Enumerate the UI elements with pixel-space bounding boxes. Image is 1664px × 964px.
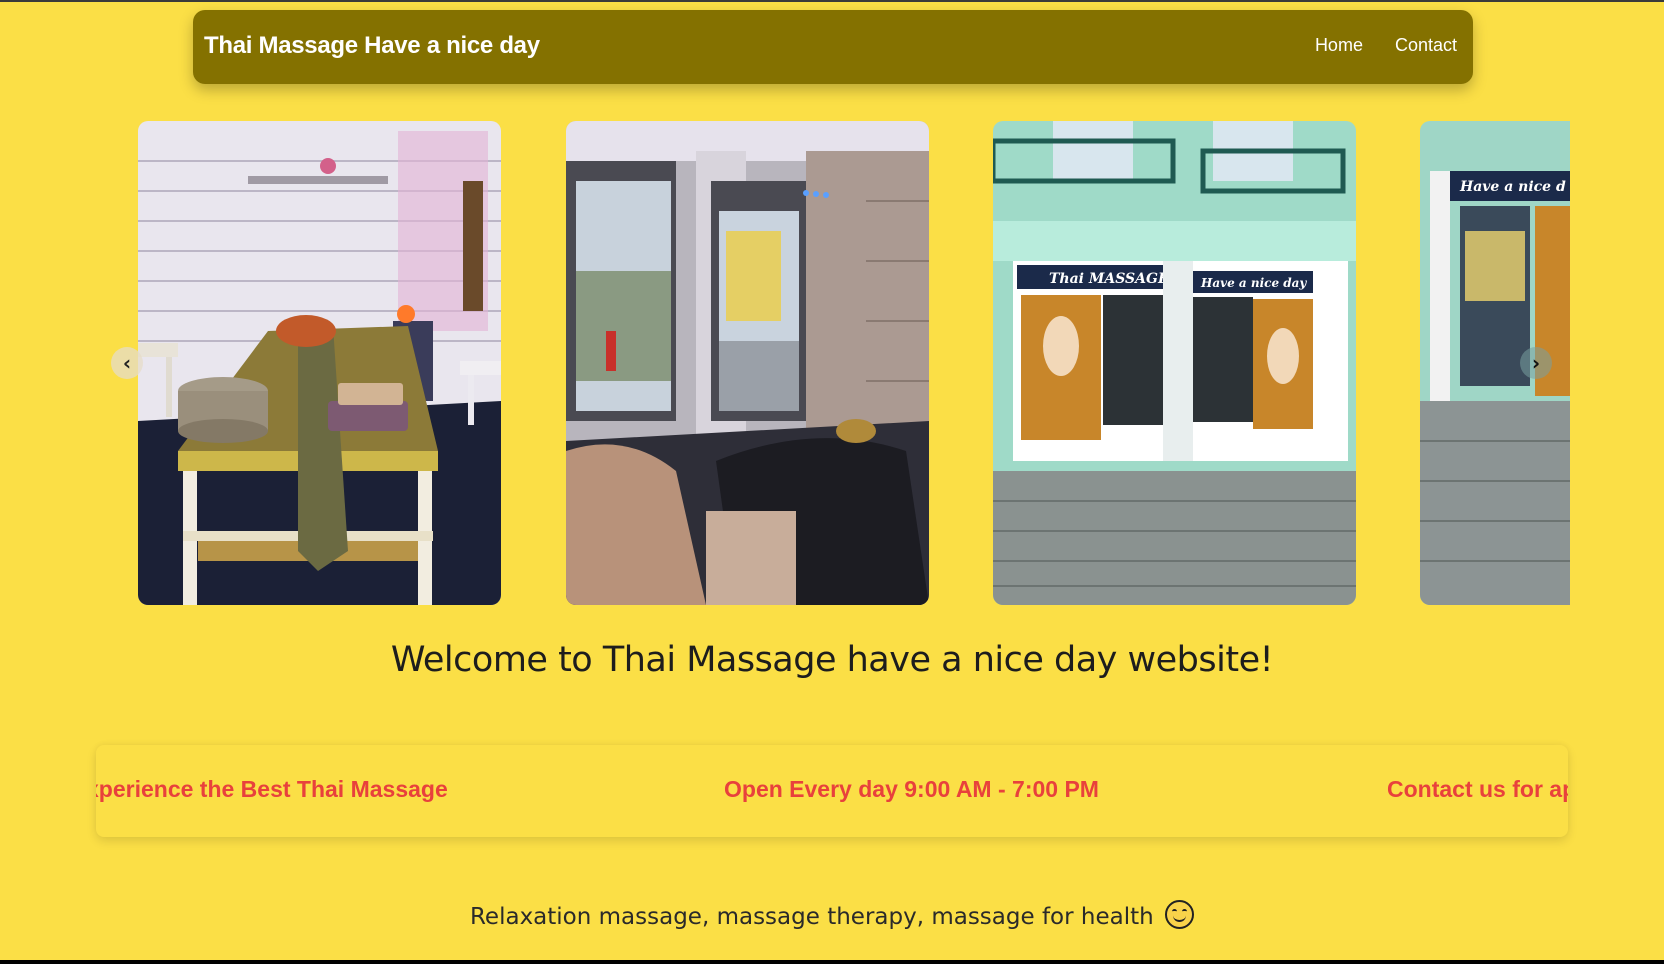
sign-have-a-nice-day-2: Have a nice d — [1459, 179, 1566, 195]
carousel-slide-shop-front[interactable]: Thai MASSAGE Have a nice day — [993, 121, 1356, 605]
page: Thai Massage Have a nice day Home Contac… — [0, 0, 1664, 960]
nav-links: Home Contact — [1315, 35, 1457, 56]
carousel-slide-massage-room[interactable] — [138, 121, 501, 605]
sign-have-a-nice-day: Have a nice day — [1200, 276, 1307, 290]
ticker-item-contact: Contact us for ap — [1387, 776, 1568, 802]
smiling-face-icon — [1165, 900, 1194, 929]
chevron-right-icon: › — [1531, 351, 1541, 375]
tagline: Relaxation massage, massage therapy, mas… — [0, 900, 1664, 930]
nav-link-home[interactable]: Home — [1315, 35, 1363, 56]
image-carousel: Thai MASSAGE Have a nice day Have a nice… — [138, 121, 1570, 605]
navbar: Thai Massage Have a nice day Home Contac… — [193, 10, 1473, 84]
chevron-left-icon: ‹ — [122, 351, 132, 375]
sign-thai-massage: Thai MASSAGE — [1049, 271, 1169, 287]
carousel-prev-button[interactable]: ‹ — [111, 347, 143, 379]
nav-link-contact[interactable]: Contact — [1395, 35, 1457, 56]
carousel-next-button[interactable]: › — [1520, 347, 1552, 379]
ticker-item-hours: Open Every day 9:00 AM - 7:00 PM — [724, 776, 1099, 802]
tagline-text: Relaxation massage, massage therapy, mas… — [469, 904, 1154, 930]
welcome-heading: Welcome to Thai Massage have a nice day … — [390, 640, 1274, 680]
brand-title[interactable]: Thai Massage Have a nice day — [204, 32, 540, 60]
ticker-item-experience: xperience the Best Thai Massage — [96, 776, 448, 802]
bottom-border — [0, 960, 1664, 964]
announcement-ticker: xperience the Best Thai Massage Open Eve… — [96, 745, 1568, 837]
carousel-slide-lounge[interactable] — [566, 121, 929, 605]
top-border — [0, 0, 1664, 2]
